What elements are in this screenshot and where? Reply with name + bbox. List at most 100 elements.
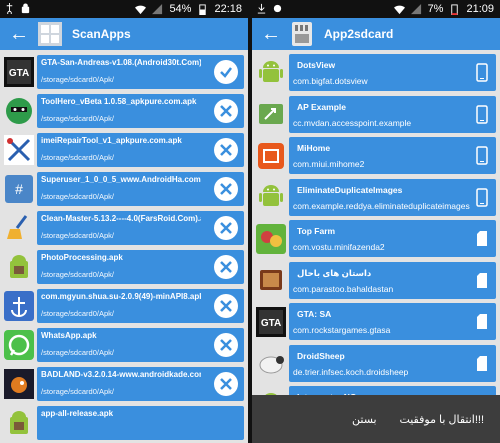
signal-x-icon <box>410 3 421 14</box>
apk-row[interactable]: GTA GTA-San-Andreas-v1.08.(Android30t.Com… <box>4 54 244 91</box>
apk-card[interactable]: BADLAND-v3.2.0.14-www.androidkade.com.ap… <box>37 367 244 402</box>
apk-card[interactable]: PhotoProcessing.apk/storage/sdcard0/Apk/ <box>37 250 244 285</box>
app-thumbnail <box>256 58 286 88</box>
status-bar: 54% 22:18 <box>0 0 248 18</box>
mihome-icon <box>258 142 284 169</box>
app-package: cc.mvdan.accesspoint.example <box>293 117 412 128</box>
clock: 21:09 <box>466 3 494 15</box>
app-card[interactable]: MiHome com.miui.mihome2 <box>289 137 496 174</box>
app-card[interactable]: DroidSheep de.trier.infsec.koch.droidshee… <box>289 344 496 382</box>
app-package: com.bigfat.dotsview <box>293 76 368 86</box>
apk-row[interactable]: Clean-Master-5.13.2----4.0(FarsRoid.Com)… <box>4 210 244 247</box>
apk-filename: PhotoProcessing.apk <box>41 253 123 263</box>
phone-storage-icon <box>476 104 488 124</box>
apk-path: /storage/sdcard0/Apk/ <box>41 192 114 202</box>
app-card[interactable]: داستان های باحال com.parastoo.bahaldastan <box>289 261 496 299</box>
apk-row[interactable]: imeiRepairTool_v1_apkpure.com.apk/storag… <box>4 132 244 169</box>
unselected-x-button[interactable] <box>214 177 238 202</box>
apk-card[interactable]: imeiRepairTool_v1_apkpure.com.apk/storag… <box>37 133 244 168</box>
app-thumbnail <box>256 141 286 171</box>
app-thumbnail <box>256 348 286 378</box>
app-row[interactable]: EliminateDuplicateImages com.example.redd… <box>256 178 496 216</box>
close-icon <box>220 378 232 391</box>
apk-path: /storage/sdcard0/Apk/ <box>41 153 114 163</box>
apk-thumbnail <box>4 369 34 400</box>
app-card[interactable]: DotsView com.bigfat.dotsview <box>289 54 496 91</box>
apk-path: /storage/sdcard0/Apk/ <box>41 309 114 319</box>
installed-app-list: DotsView com.bigfat.dotsview AP Example cc.… <box>252 50 500 423</box>
selected-check-button[interactable] <box>214 60 238 85</box>
app-thumbnail <box>256 265 286 295</box>
apk-row[interactable]: BADLAND-v3.2.0.14-www.androidkade.com.ap… <box>4 366 244 403</box>
app-row[interactable]: DroidSheep de.trier.infsec.koch.droidshee… <box>256 344 496 382</box>
apk-row[interactable]: PhotoProcessing.apk/storage/sdcard0/Apk/ <box>4 249 244 286</box>
close-icon <box>220 261 232 274</box>
unselected-x-button[interactable] <box>214 99 238 124</box>
app-card[interactable]: GTA: SA com.rockstargames.gtasa <box>289 303 496 340</box>
snackbar-action-button[interactable]: بستن <box>352 413 377 426</box>
apk-card[interactable]: Clean-Master-5.13.2----4.0(FarsRoid.Com)… <box>37 211 244 246</box>
app-row[interactable]: Top Farm com.vostu.minifazenda2 <box>256 220 496 257</box>
apk-card[interactable]: app-all-release.apk <box>37 406 244 441</box>
badland-icon <box>4 369 34 400</box>
unselected-x-button[interactable] <box>214 255 238 280</box>
download-notification-icon <box>257 3 266 14</box>
apk-card[interactable]: Superuser_1_0_0_5_www.AndroidHa.com.apk /… <box>37 172 244 207</box>
apk-thumbnail <box>4 408 34 438</box>
app-name: GTA: SA <box>297 309 332 319</box>
apk-card[interactable]: GTA-San-Andreas-v1.08.(Android30t.Com).a… <box>37 55 244 90</box>
app-row[interactable]: داستان های باحال com.parastoo.bahaldastan <box>256 261 496 299</box>
unselected-x-button[interactable] <box>214 138 238 163</box>
apk-filename: Superuser_1_0_0_5_www.AndroidHa.com.apk <box>41 175 201 185</box>
back-arrow-icon[interactable]: ← <box>256 18 286 50</box>
apk-thumbnail <box>4 213 34 243</box>
status-bar: 7% 21:09 <box>252 0 500 18</box>
apk-list: GTA GTA-San-Andreas-v1.08.(Android30t.Com… <box>0 50 248 442</box>
apk-row[interactable]: app-all-release.apk <box>4 405 244 442</box>
app-card[interactable]: AP Example cc.mvdan.accesspoint.example <box>289 95 496 133</box>
app-card[interactable]: EliminateDuplicateImages com.example.redd… <box>289 178 496 216</box>
sdcard-storage-icon <box>477 355 487 371</box>
app-name: EliminateDuplicateImages <box>297 184 403 195</box>
clock: 22:18 <box>214 3 242 15</box>
back-arrow-icon[interactable]: ← <box>4 18 34 50</box>
app-thumbnail: GTA <box>256 306 286 337</box>
apk-filename: BADLAND-v3.2.0.14-www.androidkade.com.ap… <box>41 370 201 380</box>
apk-card[interactable]: ToolHero_vBeta 1.0.58_apkpure.com.apk/st… <box>37 94 244 129</box>
apk-row[interactable]: com.mgyun.shua.su-2.0.9(49)-minAPI8.apk /… <box>4 288 244 325</box>
apk-row[interactable]: WhatsApp.apk/storage/sdcard0/Apk/ <box>4 327 244 364</box>
apk-card[interactable]: WhatsApp.apk/storage/sdcard0/Apk/ <box>37 328 244 363</box>
snackbar-message: انتقال با موفقیت!!! <box>399 413 484 426</box>
app-card[interactable]: Top Farm com.vostu.minifazenda2 <box>289 220 496 257</box>
gta-icon: GTA <box>4 57 34 88</box>
apk-row[interactable]: ToolHero_vBeta 1.0.58_apkpure.com.apk/st… <box>4 93 244 130</box>
apk-filename: com.mgyun.shua.su-2.0.9(49)-minAPI8.apk <box>41 292 201 302</box>
apk-thumbnail: GTA <box>4 57 34 88</box>
repair-tools-icon <box>4 135 34 166</box>
scanapps-screen: 54% 22:18 ← ScanApps GTA GTA-San-Andreas-… <box>0 0 248 443</box>
unselected-x-button[interactable] <box>214 294 238 319</box>
close-icon <box>220 183 232 196</box>
app-thumbnail <box>256 182 286 212</box>
apk-filename: ToolHero_vBeta 1.0.58_apkpure.com.apk <box>41 97 197 107</box>
app-row[interactable]: AP Example cc.mvdan.accesspoint.example <box>256 95 496 133</box>
scanapps-grid-icon <box>38 22 62 46</box>
unselected-x-button[interactable] <box>214 333 238 358</box>
svg-text:GTA: GTA <box>261 318 281 329</box>
sdcard-storage-icon <box>477 314 487 329</box>
apk-row[interactable]: # Superuser_1_0_0_5_www.AndroidHa.com.apk… <box>4 171 244 208</box>
app-row[interactable]: GTA GTA: SA com.rockstargames.gtasa <box>256 303 496 340</box>
apk-thumbnail <box>4 330 34 361</box>
page-title: ScanApps <box>72 27 131 41</box>
app-row[interactable]: MiHome com.miui.mihome2 <box>256 137 496 174</box>
unselected-x-button[interactable] <box>214 216 238 241</box>
app-row[interactable]: DotsView com.bigfat.dotsview <box>256 54 496 91</box>
apk-path: /storage/sdcard0/Apk/ <box>41 387 114 397</box>
app-name: داستان های باحال <box>297 267 372 278</box>
app2sdcard-sdcard-icon <box>292 22 312 46</box>
check-icon <box>220 67 232 79</box>
phone-storage-icon <box>476 63 488 82</box>
unselected-x-button[interactable] <box>214 372 238 397</box>
apk-card[interactable]: com.mgyun.shua.su-2.0.9(49)-minAPI8.apk /… <box>37 289 244 324</box>
apk-thumbnail <box>4 291 34 322</box>
